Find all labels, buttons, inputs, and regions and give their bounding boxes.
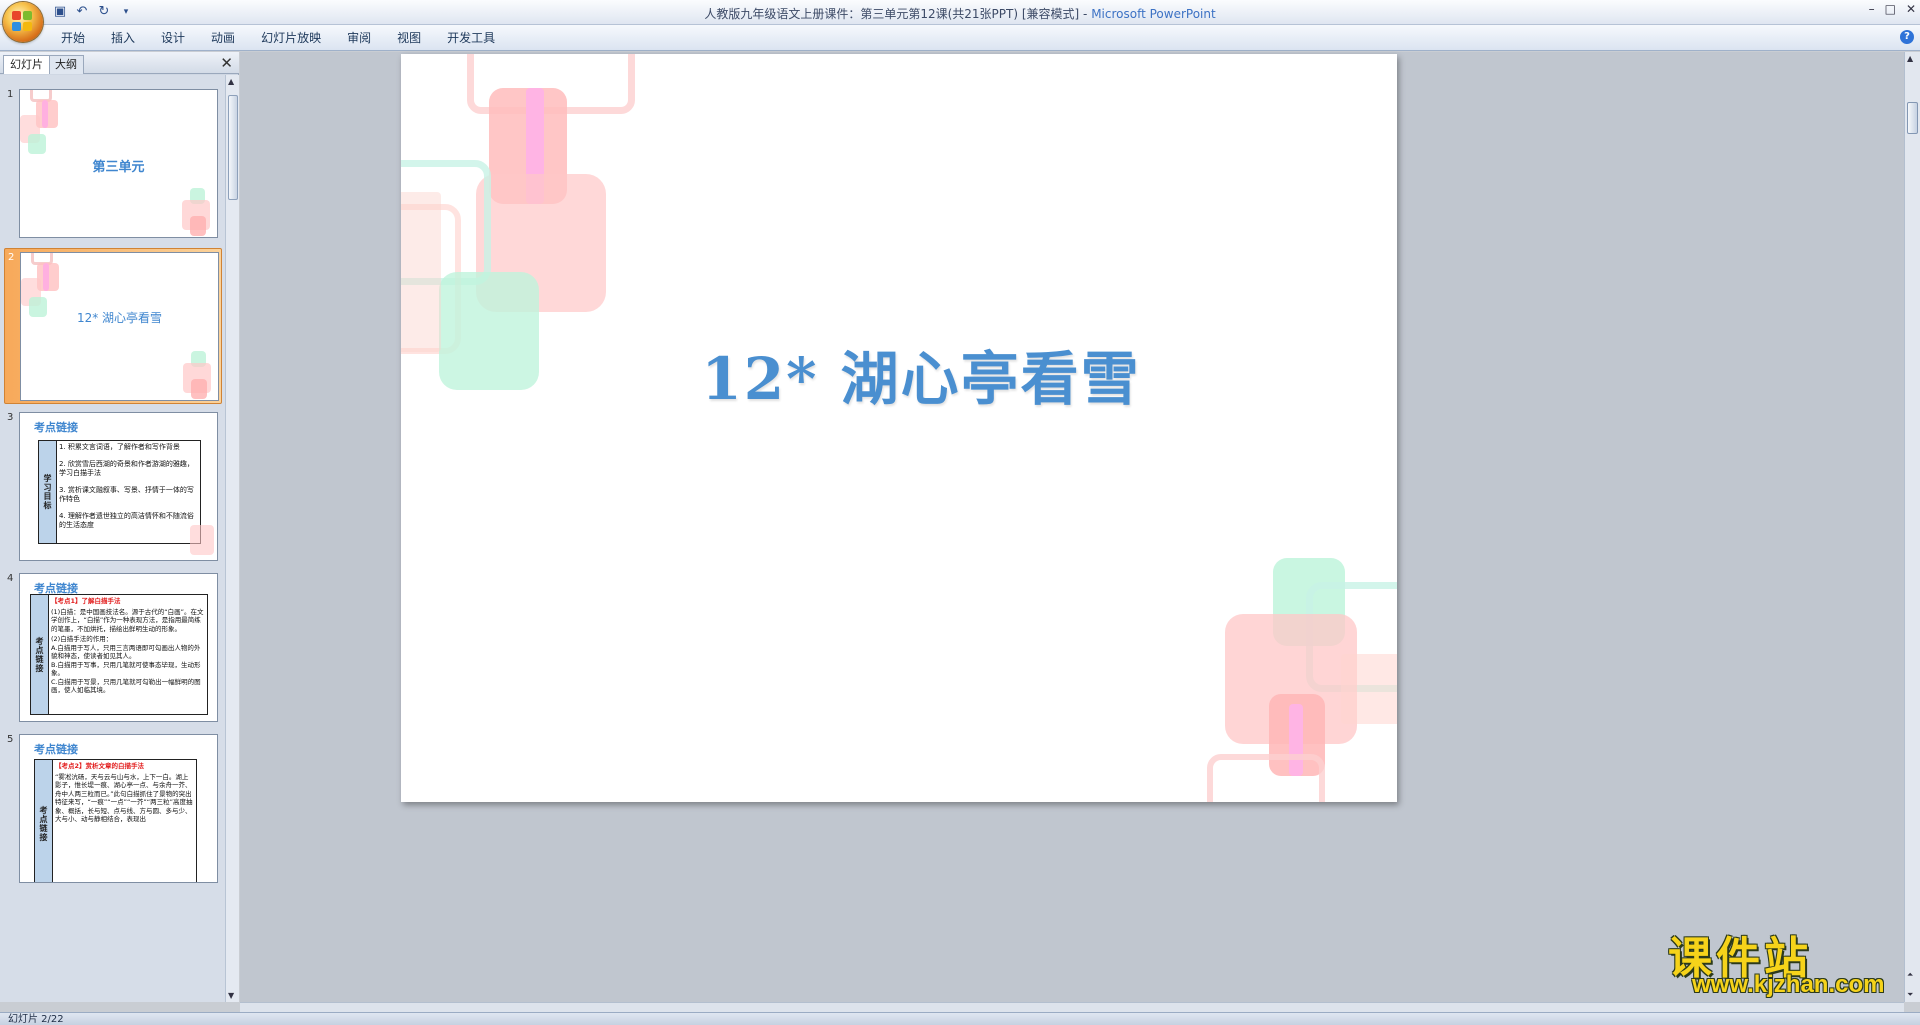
watermark: 课件站 www.kjzhan.com — [1668, 922, 1904, 1002]
table-side-label: 学习目标 — [39, 441, 57, 543]
document-title: 人教版九年级语文上册课件：第三单元第12课(共21张PPT) [兼容模式] — [704, 7, 1080, 21]
slide-title[interactable]: 12* 湖心亭看雪 — [401, 332, 1397, 416]
close-panel-icon[interactable]: ✕ — [220, 54, 233, 72]
slide-panel: 幻灯片 大纲 ✕ 1 第三单元 2 12* 湖心亭看雪 3 考点链接 学习目标 … — [0, 52, 239, 1002]
thumbnail-title: 第三单元 — [92, 160, 145, 175]
thumbnail-canvas: 第三单元 — [19, 89, 218, 238]
thumbnail-scrollbar[interactable]: ▲ ▼ — [225, 75, 239, 1002]
slide-counter: 幻灯片 2/22 — [8, 1014, 64, 1025]
slide-edit-area: 12* 湖心亭看雪 — [240, 52, 1904, 1002]
tab-view[interactable]: 视图 — [384, 30, 434, 48]
thumbnail-heading: 考点链接 — [34, 743, 78, 756]
window-title: 人教版九年级语文上册课件：第三单元第12课(共21张PPT) [兼容模式] - … — [704, 7, 1216, 21]
close-button[interactable]: ✕ — [1906, 2, 1916, 16]
scroll-up-icon[interactable]: ▲ — [1907, 54, 1913, 63]
thumbnail-canvas: 考点链接 考点链接 【考点1】了解白描手法 (1)白描：是中国画技法名。源于古代… — [19, 573, 218, 722]
decor-shape — [401, 192, 441, 352]
office-button[interactable] — [3, 2, 43, 42]
slide-thumbnail-1[interactable]: 1 第三单元 — [4, 86, 222, 242]
slide-thumbnail-4[interactable]: 4 考点链接 考点链接 【考点1】了解白描手法 (1)白描：是中国画技法名。源于… — [4, 570, 222, 726]
slide-vertical-scrollbar[interactable]: ▲ ⏶ ⏷ — [1904, 52, 1920, 1002]
table-side-label: 考点链接 — [31, 595, 49, 714]
table-side-label: 考点链接 — [35, 760, 53, 882]
office-logo-icon — [12, 11, 34, 33]
decor-shape — [1207, 754, 1325, 802]
title-bar: ▣ ↶ ↻ ▾ 人教版九年级语文上册课件：第三单元第12课(共21张PPT) [… — [0, 0, 1920, 25]
status-bar: 幻灯片 2/22 — [0, 1012, 1920, 1025]
tab-home[interactable]: 开始 — [48, 30, 98, 48]
minimize-button[interactable]: – — [1869, 2, 1875, 16]
tab-slides[interactable]: 幻灯片 — [3, 55, 50, 74]
watermark-url: www.kjzhan.com — [1692, 971, 1885, 998]
panel-tabs: 幻灯片 大纲 ✕ — [0, 52, 239, 74]
slide-number: 3 — [7, 412, 14, 423]
tab-design[interactable]: 设计 — [148, 30, 198, 48]
next-slide-icon[interactable]: ⏷ — [1907, 990, 1913, 1000]
slide-thumbnail-3[interactable]: 3 考点链接 学习目标 1. 积累文言词语，了解作者和写作背景 2. 欣赏雪后西… — [4, 409, 222, 565]
tab-developer[interactable]: 开发工具 — [434, 30, 508, 48]
slide-number: 2 — [8, 252, 15, 263]
thumbnail-canvas: 12* 湖心亭看雪 — [20, 252, 219, 401]
thumbnail-canvas: 考点链接 学习目标 1. 积累文言词语，了解作者和写作背景 2. 欣赏雪后西湖的… — [19, 412, 218, 561]
window-controls: – □ ✕ — [1869, 2, 1916, 16]
thumbnail-table: 考点链接 【考点2】赏析文章的白描手法 “雾凇沆砀，天与云与山与水，上下一白。湖… — [34, 759, 197, 882]
tab-outline[interactable]: 大纲 — [48, 55, 84, 74]
slide-number: 4 — [7, 573, 14, 584]
scroll-down-icon[interactable]: ▼ — [228, 991, 234, 1000]
slide-number: 5 — [7, 734, 14, 745]
scroll-thumb[interactable] — [228, 95, 238, 200]
slide-thumbnail-2[interactable]: 2 12* 湖心亭看雪 — [4, 248, 222, 404]
thumbnail-heading: 考点链接 — [34, 421, 78, 434]
thumbnail-title: 12* 湖心亭看雪 — [76, 311, 163, 325]
ribbon-tab-bar: 开始 插入 设计 动画 幻灯片放映 审阅 视图 开发工具 ? — [0, 25, 1920, 51]
scroll-thumb[interactable] — [1907, 102, 1918, 134]
restore-button[interactable]: □ — [1885, 2, 1896, 16]
app-name: Microsoft PowerPoint — [1091, 7, 1216, 21]
decor-shape — [1341, 654, 1397, 724]
current-slide[interactable]: 12* 湖心亭看雪 — [401, 54, 1397, 802]
previous-slide-icon[interactable]: ⏶ — [1907, 970, 1913, 980]
help-icon[interactable]: ? — [1900, 30, 1914, 44]
slide-number: 1 — [7, 89, 14, 100]
tab-insert[interactable]: 插入 — [98, 30, 148, 48]
tab-slideshow[interactable]: 幻灯片放映 — [248, 30, 334, 48]
scroll-up-icon[interactable]: ▲ — [228, 77, 234, 86]
thumbnail-list: 1 第三单元 2 12* 湖心亭看雪 3 考点链接 学习目标 1. 积累文言词语… — [0, 75, 225, 1002]
thumbnail-table: 学习目标 1. 积累文言词语，了解作者和写作背景 2. 欣赏雪后西湖的奇景和作者… — [38, 440, 201, 544]
tab-animations[interactable]: 动画 — [198, 30, 248, 48]
thumbnail-canvas: 考点链接 考点链接 【考点2】赏析文章的白描手法 “雾凇沆砀，天与云与山与水，上… — [19, 734, 218, 883]
thumbnail-table: 考点链接 【考点1】了解白描手法 (1)白描：是中国画技法名。源于古代的“白画”… — [30, 594, 208, 715]
tab-review[interactable]: 审阅 — [334, 30, 384, 48]
slide-thumbnail-5[interactable]: 5 考点链接 考点链接 【考点2】赏析文章的白描手法 “雾凇沆砀，天与云与山与水… — [4, 731, 222, 887]
